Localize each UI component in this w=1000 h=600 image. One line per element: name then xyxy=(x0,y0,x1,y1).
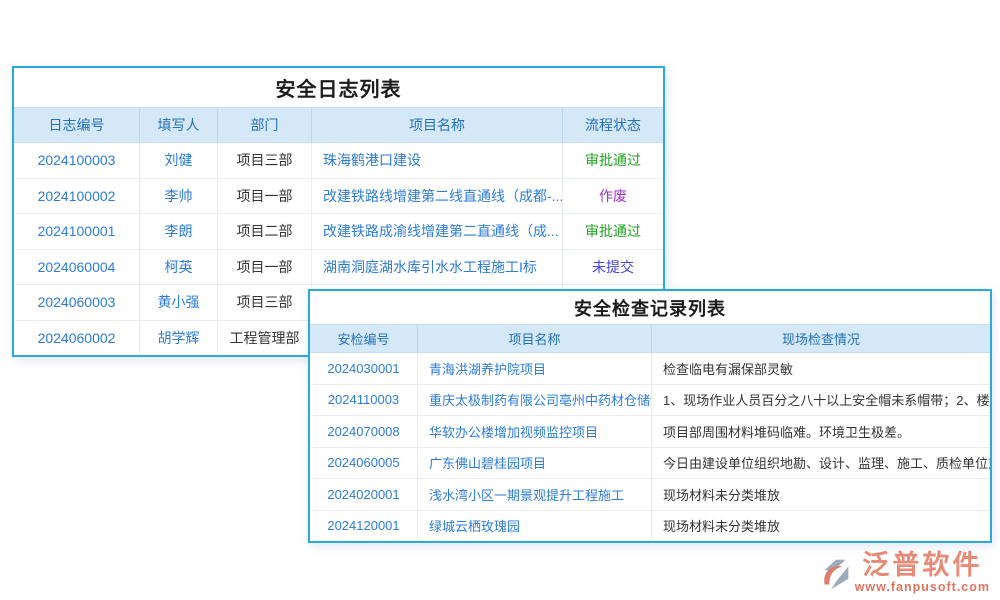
writer-link[interactable]: 刘健 xyxy=(140,143,218,178)
writer-link[interactable]: 李帅 xyxy=(140,179,218,214)
fanpu-logo-name: 泛普软件 xyxy=(862,552,982,579)
safety-log-header-row: 日志编号 填写人 部门 项目名称 流程状态 xyxy=(14,107,663,143)
project-link[interactable]: 改建铁路线增建第二线直通线（成都-... xyxy=(312,179,563,214)
check-id-link[interactable]: 2024020001 xyxy=(310,479,418,510)
log-id-link[interactable]: 2024100002 xyxy=(14,179,140,214)
page-canvas: 安全日志列表 日志编号 填写人 部门 项目名称 流程状态 2024100003 … xyxy=(0,0,1000,600)
col-header-project: 项目名称 xyxy=(418,325,652,352)
safety-log-title: 安全日志列表 xyxy=(14,68,663,107)
inspection-cell: 现场材料未分类堆放 xyxy=(652,511,990,542)
dept-cell: 项目三部 xyxy=(218,285,312,320)
inspection-cell: 今日由建设单位组织地勘、设计、监理、施工、质检单位对试打... xyxy=(652,448,990,479)
fanpu-logo-url: www.fanpusoft.com xyxy=(855,581,990,594)
table-row: 2024100003 刘健 项目三部 珠海鹤港口建设 审批通过 xyxy=(14,143,663,179)
status-badge: 作废 xyxy=(563,179,663,214)
project-link[interactable]: 广东佛山碧桂园项目 xyxy=(418,448,652,479)
col-header-writer: 填写人 xyxy=(140,108,218,142)
dept-cell: 项目二部 xyxy=(218,214,312,249)
project-link[interactable]: 珠海鹤港口建设 xyxy=(312,143,563,178)
safety-inspection-table: 安全检查记录列表 安检编号 项目名称 现场检查情况 2024030001 青海洪… xyxy=(308,289,992,543)
project-link[interactable]: 青海洪湖养护院项目 xyxy=(418,353,652,384)
table-row: 2024110003 重庆太极制药有限公司亳州中药材仓储物... 1、现场作业人… xyxy=(310,385,990,417)
safety-inspection-title: 安全检查记录列表 xyxy=(310,291,990,324)
table-row: 2024020001 浅水湾小区一期景观提升工程施工 现场材料未分类堆放 xyxy=(310,479,990,511)
project-link[interactable]: 重庆太极制药有限公司亳州中药材仓储物... xyxy=(418,385,652,416)
table-row: 2024060004 柯英 项目一部 湖南洞庭湖水库引水水工程施工I标 未提交 xyxy=(14,250,663,286)
status-badge: 审批通过 xyxy=(563,214,663,249)
project-link[interactable]: 浅水湾小区一期景观提升工程施工 xyxy=(418,479,652,510)
inspection-cell: 现场材料未分类堆放 xyxy=(652,479,990,510)
check-id-link[interactable]: 2024060005 xyxy=(310,448,418,479)
col-header-dept: 部门 xyxy=(218,108,312,142)
dept-cell: 项目一部 xyxy=(218,250,312,285)
table-row: 2024100002 李帅 项目一部 改建铁路线增建第二线直通线（成都-... … xyxy=(14,179,663,215)
inspection-cell: 检查临电有漏保部灵敏 xyxy=(652,353,990,384)
project-link[interactable]: 湖南洞庭湖水库引水水工程施工I标 xyxy=(312,250,563,285)
table-row: 2024030001 青海洪湖养护院项目 检查临电有漏保部灵敏 xyxy=(310,353,990,385)
table-row: 2024070008 华软办公楼增加视频监控项目 项目部周围材料堆码临难。环境卫… xyxy=(310,416,990,448)
col-header-status: 流程状态 xyxy=(563,108,663,142)
table-row: 2024100001 李朗 项目二部 改建铁路成渝线增建第二直通线（成... 审… xyxy=(14,214,663,250)
fanpu-logo-icon xyxy=(817,554,855,594)
safety-inspection-body: 2024030001 青海洪湖养护院项目 检查临电有漏保部灵敏 20241100… xyxy=(310,353,990,541)
col-header-log-id: 日志编号 xyxy=(14,108,140,142)
writer-link[interactable]: 李朗 xyxy=(140,214,218,249)
log-id-link[interactable]: 2024060002 xyxy=(14,321,140,356)
dept-cell: 项目一部 xyxy=(218,179,312,214)
log-id-link[interactable]: 2024100003 xyxy=(14,143,140,178)
check-id-link[interactable]: 2024030001 xyxy=(310,353,418,384)
check-id-link[interactable]: 2024120001 xyxy=(310,511,418,542)
table-row: 2024120001 绿城云栖玫瑰园 现场材料未分类堆放 xyxy=(310,511,990,542)
project-link[interactable]: 华软办公楼增加视频监控项目 xyxy=(418,416,652,447)
inspection-cell: 1、现场作业人员百分之八十以上安全帽未系帽带；2、楼内灭火... xyxy=(652,385,990,416)
col-header-check-id: 安检编号 xyxy=(310,325,418,352)
project-link[interactable]: 改建铁路成渝线增建第二直通线（成... xyxy=(312,214,563,249)
dept-cell: 项目三部 xyxy=(218,143,312,178)
dept-cell: 工程管理部 xyxy=(218,321,312,356)
inspection-cell: 项目部周围材料堆码临难。环境卫生极差。 xyxy=(652,416,990,447)
status-badge: 未提交 xyxy=(563,250,663,285)
log-id-link[interactable]: 2024100001 xyxy=(14,214,140,249)
writer-link[interactable]: 柯英 xyxy=(140,250,218,285)
writer-link[interactable]: 黄小强 xyxy=(140,285,218,320)
project-link[interactable]: 绿城云栖玫瑰园 xyxy=(418,511,652,542)
fanpu-logo: 泛普软件 www.fanpusoft.com xyxy=(817,552,990,594)
fanpu-logo-text-block: 泛普软件 www.fanpusoft.com xyxy=(855,552,990,594)
col-header-project: 项目名称 xyxy=(312,108,563,142)
writer-link[interactable]: 胡学辉 xyxy=(140,321,218,356)
safety-inspection-header-row: 安检编号 项目名称 现场检查情况 xyxy=(310,324,990,353)
log-id-link[interactable]: 2024060004 xyxy=(14,250,140,285)
table-row: 2024060005 广东佛山碧桂园项目 今日由建设单位组织地勘、设计、监理、施… xyxy=(310,448,990,480)
check-id-link[interactable]: 2024070008 xyxy=(310,416,418,447)
check-id-link[interactable]: 2024110003 xyxy=(310,385,418,416)
col-header-inspection: 现场检查情况 xyxy=(652,325,990,352)
log-id-link[interactable]: 2024060003 xyxy=(14,285,140,320)
status-badge: 审批通过 xyxy=(563,143,663,178)
